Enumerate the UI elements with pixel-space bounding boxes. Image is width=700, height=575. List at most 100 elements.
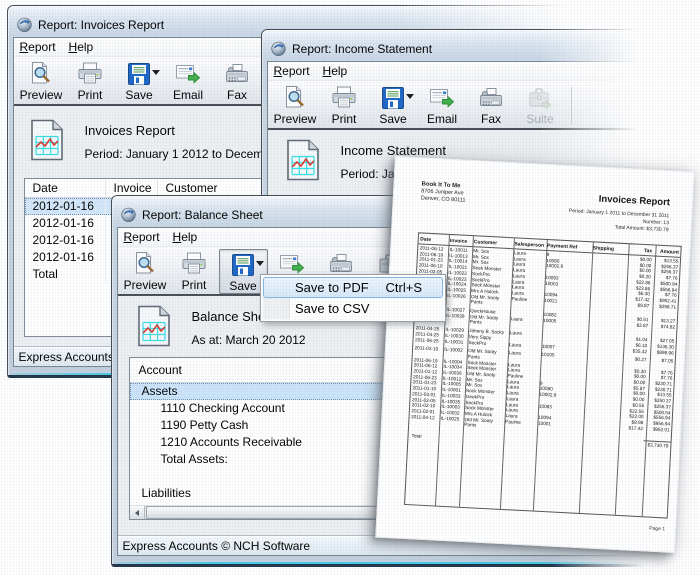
paper-column-header: Customer [472, 236, 513, 248]
table-cell: Total [25, 266, 106, 283]
toolbar-button-label: Email [173, 89, 203, 101]
toolbar-button-label: Print [332, 113, 357, 125]
paper-company-block: Book It To Me 8706 Juniper Ave Denver, C… [421, 181, 467, 204]
report-title: Income Statement [341, 143, 584, 158]
paper-table-cell [582, 423, 618, 436]
report-chart-icon [30, 119, 64, 161]
toolbar-button-fax[interactable]: Fax [213, 59, 262, 104]
save-icon [380, 85, 406, 111]
paper-total-value: $3,730.79 [643, 440, 670, 448]
toolbar-button-label: Save [379, 113, 406, 125]
print-icon [77, 61, 103, 87]
printed-invoices-report: Book It To Me 8706 Juniper Ave Denver, C… [375, 156, 694, 553]
titlebar-income[interactable]: Report: Income Statement [262, 30, 657, 61]
dropdown-arrow-icon[interactable] [152, 70, 160, 75]
toolbar-button-email[interactable]: Email [418, 83, 467, 128]
app-icon [121, 207, 136, 222]
toolbar-button-email[interactable]: Email [164, 59, 213, 104]
window-title: Report: Income Statement [292, 42, 432, 56]
paper-meta: Period: January 1 2011 to December 31 20… [568, 208, 669, 234]
print-icon [181, 251, 207, 277]
menu-report[interactable]: Report [118, 228, 167, 247]
toolbar-button-preview[interactable]: Preview [271, 83, 320, 128]
paper-column-header: Tax [627, 244, 654, 255]
window-title: Report: Invoices Report [38, 18, 164, 32]
save-icon [126, 61, 152, 87]
toolbar-button-preview[interactable]: Preview [17, 59, 66, 104]
preview-icon [132, 251, 158, 277]
app-icon [271, 41, 286, 56]
paper-column-header: Payment Ref [545, 240, 591, 252]
toolbar-separator [571, 87, 572, 125]
toolbar-button-label: Fax [227, 89, 247, 101]
paper-column-header: Invoice [448, 235, 472, 246]
toolbar-button-label: Save [229, 280, 256, 292]
paper-title: Invoices Report [598, 194, 670, 209]
paper-table-cell: Pauline [503, 419, 536, 432]
toolbar-button-print[interactable]: Print [320, 83, 369, 128]
paper-table-cell: 10001 [536, 420, 582, 434]
table-cell: 2012-01-16 [25, 215, 106, 232]
menu-help[interactable]: Help [63, 38, 101, 57]
paper-column-header: Salesperson [513, 238, 546, 250]
fax-icon [224, 61, 250, 87]
scroll-left-button[interactable] [130, 506, 145, 519]
toolbar-button-fax[interactable]: Fax [467, 83, 516, 128]
toolbar-button-suite[interactable]: Suite [516, 83, 565, 128]
paper-column-header: Shipping [591, 242, 627, 254]
print-icon [331, 85, 357, 111]
paper-page-number: Page 1 [649, 526, 665, 533]
toolbar-button-save[interactable]: Save [369, 83, 418, 128]
paper-table-cell: $17.42 [617, 425, 644, 438]
toolbar-button-label: Print [182, 279, 207, 291]
desktop: Report: Invoices Report ReportHelp Previ… [0, 0, 700, 575]
paper-total-label: Total [411, 433, 421, 439]
dropdown-arrow-icon[interactable] [406, 94, 414, 99]
paper-company-address2: Denver, CO 80111 [421, 195, 466, 204]
window-title: Report: Balance Sheet [142, 208, 263, 222]
toolbar-button-label: Email [427, 113, 457, 125]
menubar-income: ReportHelp [268, 62, 652, 81]
menu-report[interactable]: Report [14, 38, 63, 57]
toolbar-button-label: Preview [274, 113, 317, 125]
dropdown-arrow-icon[interactable] [256, 261, 264, 266]
table-cell: 2012-01-16 [25, 249, 106, 266]
app-icon [17, 17, 32, 32]
toolbar-button-label: Preview [20, 89, 63, 101]
toolbar-button-save[interactable]: Save [115, 59, 164, 104]
fax-icon [478, 85, 504, 111]
toolbar-button-label: Fax [481, 113, 501, 125]
paper-table-cell: Old Mr. Sooty Pants [463, 417, 504, 430]
toolbar-income: Preview Print Save Email Fax Suite [268, 81, 652, 130]
menu-item-save-to-csv[interactable]: Save to CSV [263, 298, 443, 319]
scroll-left-arrow-icon [135, 510, 139, 516]
toolbar-button-label: Print [78, 89, 103, 101]
menu-item-shortcut: Ctrl+S [386, 280, 433, 295]
statusbar-text: Express Accounts © NCH Software [123, 539, 311, 553]
report-subtitle: As at: March 20 2012 [192, 333, 306, 347]
toolbar-button-print[interactable]: Print [66, 59, 115, 104]
paper-table-cell: 2011-04-12 [409, 414, 439, 427]
save-icon [230, 252, 256, 278]
email-icon [429, 85, 455, 111]
paper-table-cell: IL-10025 [439, 415, 463, 428]
menu-item-save-to-pdf[interactable]: Save to PDF Ctrl+S [263, 277, 443, 298]
menu-help[interactable]: Help [317, 62, 355, 81]
paper-table-body: 2011-06-12IL-10011Mr. SoxLaura9$0.00$13.… [409, 245, 680, 438]
suite-icon [527, 85, 553, 111]
column-header-date[interactable]: Date [25, 179, 106, 197]
email-icon [175, 61, 201, 87]
paper-table-cell: $952.01 [644, 426, 671, 439]
toolbar-button-label: Preview [124, 279, 167, 291]
menu-report[interactable]: Report [268, 62, 317, 81]
toolbar-button-label: Save [125, 89, 152, 101]
toolbar-button-print[interactable]: Print [170, 249, 219, 294]
toolbar-button-preview[interactable]: Preview [121, 249, 170, 294]
paper-column-header: Amount [653, 245, 680, 256]
preview-icon [282, 85, 308, 111]
menu-help[interactable]: Help [167, 228, 205, 247]
table-cell: 2012-01-16 [25, 198, 106, 215]
report-chart-icon [286, 139, 320, 181]
menu-item-label: Save to PDF [295, 280, 369, 295]
paper-column-header: Date [419, 233, 449, 245]
